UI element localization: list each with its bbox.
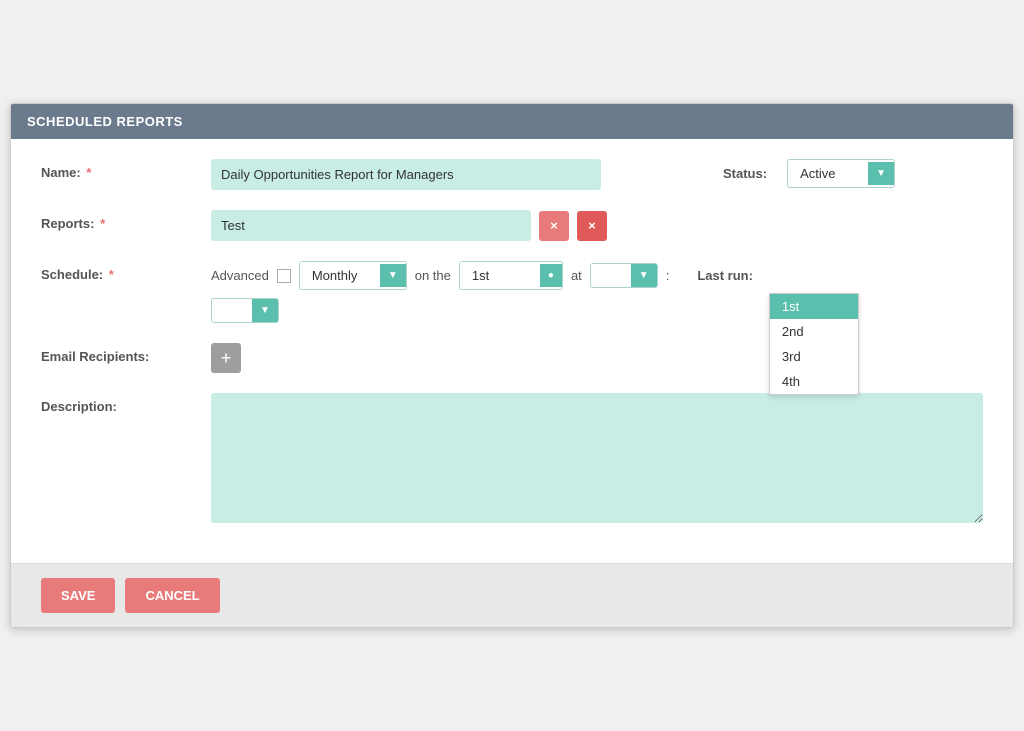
reports-clear-btn[interactable]: × [577,211,607,241]
advanced-label: Advanced [211,268,269,283]
name-required: * [86,165,91,180]
schedule-second-row: ▼ [211,298,753,323]
modal-container: SCHEDULED REPORTS Name: * Status: Active… [10,103,1014,628]
status-area: Status: Active ▼ [723,159,983,188]
last-run-section: Last run: [697,268,753,283]
description-label: Description: [41,393,211,414]
email-recipients-label: Email Recipients: [41,343,211,364]
hour-select-wrapper: ▼ [590,263,658,288]
reports-input[interactable] [211,210,531,241]
schedule-label: Schedule: * [41,261,211,282]
time-colon: : [666,268,670,283]
status-select-wrapper: Active ▼ [787,159,895,188]
modal-title: SCHEDULED REPORTS [27,114,183,129]
status-dropdown-arrow[interactable]: ▼ [868,162,894,185]
schedule-content: Advanced Monthly ▼ on the 1st ● [211,261,753,323]
status-label: Status: [723,166,767,181]
reports-control-area: × × [211,210,983,241]
schedule-control-area: Advanced Monthly ▼ on the 1st ● [211,261,983,323]
day-option-1st[interactable]: 1st [770,294,858,319]
reports-label: Reports: * [41,210,211,231]
add-recipient-btn[interactable]: + [211,343,241,373]
timezone-dropdown-arrow[interactable]: ▼ [252,299,278,322]
name-control-area [211,159,723,190]
timezone-select-text [212,306,252,316]
day-dropdown-arrow[interactable]: ● [540,264,562,287]
cancel-button[interactable]: CANCEL [125,578,219,613]
name-label: Name: * [41,159,211,180]
last-run-label: Last run: [697,268,753,283]
day-dropdown-list: 1st 2nd 3rd 4th [769,293,859,395]
email-recipients-control: + [211,343,983,373]
frequency-select-wrapper: Monthly ▼ [299,261,407,290]
timezone-select-wrapper: ▼ [211,298,279,323]
hour-select-text [591,271,631,281]
day-option-2nd[interactable]: 2nd [770,319,858,344]
reports-search-btn[interactable]: × [539,211,569,241]
day-select-text: 1st [460,262,540,289]
save-button[interactable]: SAVE [41,578,115,613]
day-select-wrapper: 1st ● [459,261,563,290]
schedule-required: * [109,267,114,282]
close-icon: × [588,218,596,233]
modal-footer: SAVE CANCEL [11,563,1013,627]
hour-dropdown-arrow[interactable]: ▼ [631,264,657,287]
reports-required: * [100,216,105,231]
frequency-dropdown-arrow[interactable]: ▼ [380,264,406,287]
description-row: Description: [41,393,983,523]
reports-row: Reports: * × × [41,210,983,241]
name-input[interactable] [211,159,601,190]
at-label: at [571,268,582,283]
day-option-3rd[interactable]: 3rd [770,344,858,369]
frequency-select-text: Monthly [300,262,380,289]
on-the-label: on the [415,268,451,283]
schedule-row: Schedule: * Advanced Monthly ▼ on the [41,261,983,323]
modal-header: SCHEDULED REPORTS [11,104,1013,139]
modal-body: Name: * Status: Active ▼ Reports: * [11,139,1013,563]
description-control [211,393,983,523]
plus-icon: + [221,348,232,369]
advanced-checkbox[interactable] [277,269,291,283]
search-icon: × [550,218,558,233]
schedule-top: Advanced Monthly ▼ on the 1st ● [211,261,753,290]
status-select-text: Active [788,160,868,187]
day-dropdown-container: 1st ● 1st 2nd 3rd 4th [459,261,563,290]
name-status-row: Name: * Status: Active ▼ [41,159,983,190]
day-option-4th[interactable]: 4th [770,369,858,394]
description-textarea[interactable] [211,393,983,523]
